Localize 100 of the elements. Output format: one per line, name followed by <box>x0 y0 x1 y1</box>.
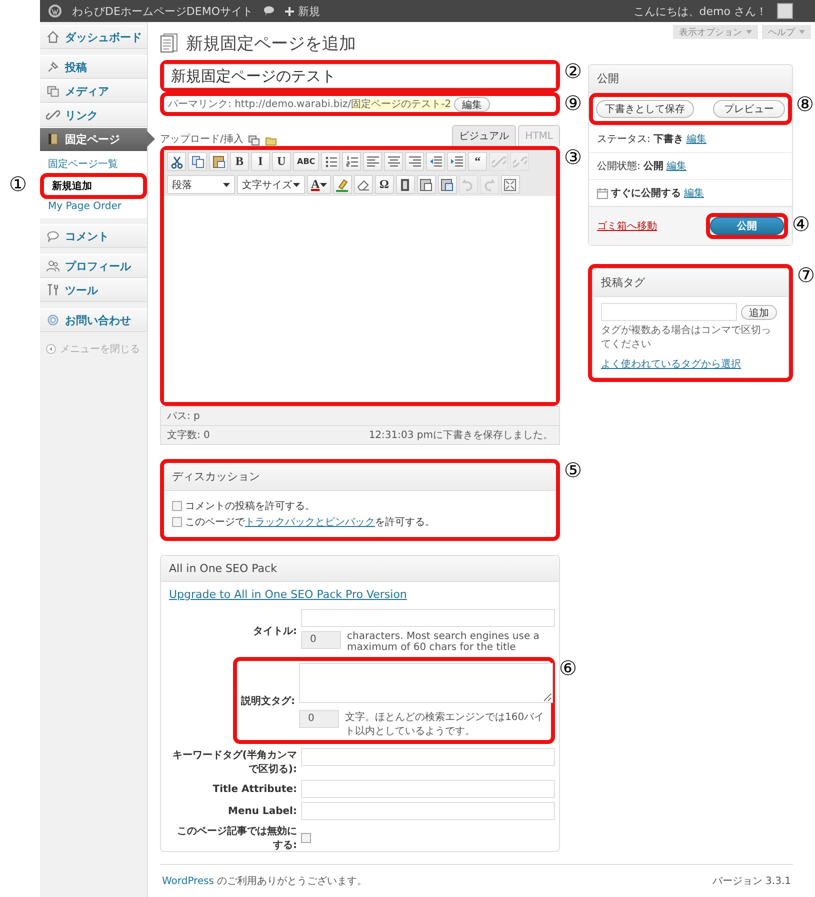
submenu-item[interactable]: 固定ページ一覧 <box>40 155 147 173</box>
wordpress-link[interactable]: WordPress <box>162 876 214 887</box>
align-center-icon[interactable] <box>384 152 404 171</box>
field-label: Menu Label: <box>227 806 297 816</box>
callout-number: ④ <box>791 213 811 235</box>
page-title: 新規固定ページを追加 <box>186 32 356 54</box>
trash-link[interactable]: ゴミ箱へ移動 <box>597 219 657 233</box>
sidebar-item[interactable]: プロフィール <box>40 254 147 278</box>
title-field[interactable]: 新規固定ページのテスト <box>164 64 556 88</box>
edit-link[interactable]: 編集 <box>686 132 706 146</box>
page-icon <box>160 33 178 53</box>
media-icon[interactable] <box>248 135 260 146</box>
panel-title: 公開 <box>589 65 792 93</box>
numbered-list-icon[interactable] <box>342 152 362 171</box>
count-note: characters. Most search engines use a maximum of 60 chars for the title <box>347 631 540 653</box>
sidebar-item[interactable]: リンク <box>40 103 147 127</box>
edit-permalink-button[interactable]: 編集 <box>454 96 490 112</box>
greeting[interactable]: こんにちは、demo さん！ <box>633 4 767 18</box>
count-note: 文字。ほとんどの検索エンジンでは160バイト以内としているようです。 <box>345 710 546 738</box>
wordpress-logo-icon[interactable] <box>48 4 62 18</box>
version-text: バージョン 3.3.1 <box>712 875 791 888</box>
text-color-button[interactable]: A <box>307 175 331 194</box>
checkbox[interactable] <box>172 501 182 511</box>
callout-number: ⑦ <box>796 264 815 286</box>
upgrade-link[interactable]: Upgrade to All in One SEO Pack Pro Version <box>169 588 407 601</box>
caret-icon <box>746 30 752 34</box>
new-menu[interactable]: 新規 <box>298 4 320 18</box>
indent-icon[interactable] <box>447 152 466 171</box>
format-button[interactable]: U <box>272 152 291 171</box>
align-left-icon[interactable] <box>363 152 382 171</box>
scissors-icon[interactable] <box>167 152 186 171</box>
media-icon <box>46 84 60 98</box>
field-label: 説明文タグ: <box>240 694 295 708</box>
field-label: Title Attribute: <box>212 784 297 794</box>
copy-icon[interactable] <box>188 152 207 171</box>
path-text: パス: p <box>167 410 200 423</box>
sidebar-item[interactable]: ツール <box>40 278 147 302</box>
sidebar-item[interactable]: 投稿 <box>40 55 147 79</box>
edit-link[interactable]: 編集 <box>684 186 704 200</box>
tag-field[interactable] <box>601 303 737 321</box>
callout-number: ① <box>8 173 28 195</box>
sidebar-item[interactable]: メディア <box>40 79 147 103</box>
dropdown[interactable]: 文字サイズ <box>237 175 305 194</box>
folder-icon[interactable] <box>265 136 278 146</box>
input-field[interactable] <box>301 802 555 820</box>
align-right-icon[interactable] <box>405 152 424 171</box>
trackback-link[interactable]: トラックバックとピンバック <box>245 517 375 528</box>
screen-tab-button[interactable]: 表示オプション <box>673 25 758 39</box>
panel-title: All in One SEO Pack <box>161 556 559 582</box>
submenu-item[interactable]: 新規追加 <box>44 177 143 195</box>
clipboard-icon[interactable] <box>209 152 228 171</box>
dropdown[interactable]: 段落 <box>167 175 235 194</box>
plus-icon[interactable] <box>285 6 294 16</box>
callout-number: ⑧ <box>795 93 815 115</box>
screen-tab-button[interactable]: ヘルプ <box>762 25 811 39</box>
sidebar-item[interactable]: コメント <box>40 224 147 248</box>
format-button[interactable]: B <box>230 152 249 171</box>
submenu-item[interactable]: My Page Order <box>40 199 147 214</box>
clipboard-icon[interactable] <box>438 175 457 194</box>
status-label: 公開状態: <box>597 160 640 173</box>
sidebar-item[interactable]: ダッシュボード <box>40 25 147 49</box>
publish-button[interactable]: 公開 <box>710 217 784 235</box>
field-label: このページ記事では無効にする: <box>176 824 297 852</box>
fullscreen-icon[interactable] <box>500 175 520 194</box>
add-tag-button[interactable]: 追加 <box>741 304 777 320</box>
format-button[interactable]: I <box>251 152 270 171</box>
popular-tags-link[interactable]: よく使われているタグから選択 <box>601 359 741 370</box>
editor-tab[interactable]: ビジュアル <box>452 125 516 146</box>
house-icon <box>46 30 60 44</box>
checkbox[interactable] <box>301 833 311 843</box>
caret-icon <box>223 182 230 186</box>
bullet-list-icon[interactable] <box>321 152 340 171</box>
sidebar-item[interactable]: お問い合わせ <box>40 308 147 332</box>
outdent-icon[interactable] <box>426 152 446 171</box>
input-field[interactable] <box>301 748 555 766</box>
clipboard-icon[interactable] <box>416 175 436 194</box>
status-label: ステータス: <box>597 133 650 146</box>
status-value: 公開 <box>643 160 664 173</box>
format-button[interactable]: ABC <box>293 152 320 171</box>
eraser-icon[interactable] <box>354 175 373 194</box>
marker-icon[interactable] <box>332 175 352 194</box>
save-draft-button[interactable]: 下書きとして保存 <box>596 100 694 118</box>
caret-icon <box>293 182 300 186</box>
autosave-note: 12:31:03 pmに下書きを保存しました。 <box>368 428 553 442</box>
checkbox[interactable] <box>172 517 182 527</box>
speech-bubble-icon[interactable] <box>263 6 275 16</box>
schedule-value: すぐに公開する <box>611 186 681 200</box>
upload-label: アップロード/挿入 <box>160 132 244 146</box>
preview-button[interactable]: プレビュー <box>713 100 785 118</box>
format-button[interactable]: “ <box>468 152 488 171</box>
format-button[interactable]: Ω <box>374 175 394 194</box>
calendar-icon <box>597 188 608 198</box>
input-field[interactable] <box>301 609 555 627</box>
film-icon[interactable] <box>396 175 415 194</box>
description-field[interactable] <box>299 663 553 703</box>
caret-icon <box>320 182 327 186</box>
field-label: タイトル: <box>252 625 297 638</box>
site-name[interactable]: わらびDEホームページDEMOサイト <box>72 4 253 18</box>
edit-link[interactable]: 編集 <box>666 159 686 173</box>
input-field[interactable] <box>301 780 555 798</box>
